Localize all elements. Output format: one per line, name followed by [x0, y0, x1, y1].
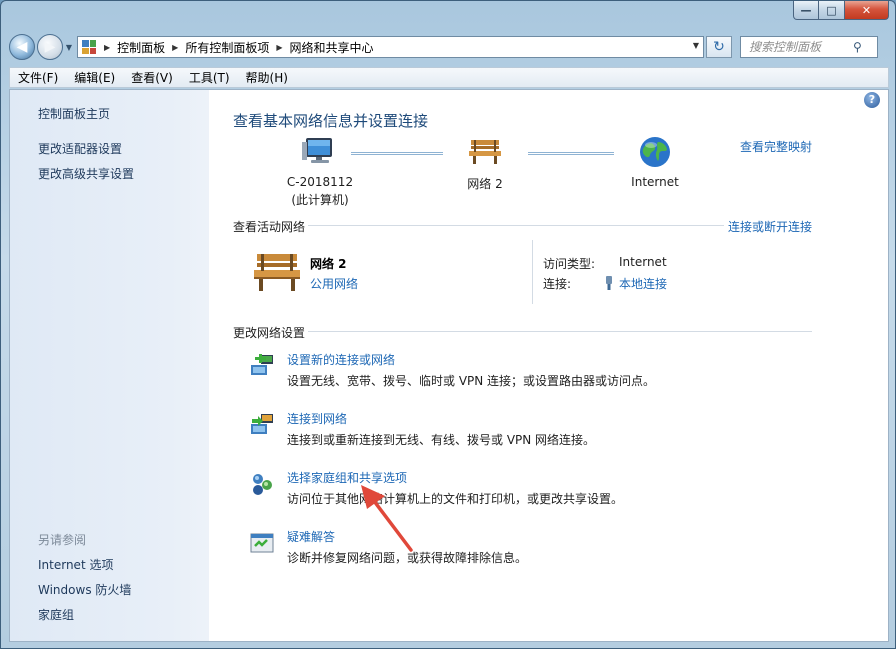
map-connection-line — [528, 152, 614, 155]
homegroup-icon — [253, 474, 272, 495]
local-connection-label: 本地连接 — [619, 277, 668, 291]
setup-connection-link[interactable]: 设置新的连接或网络 — [287, 351, 395, 368]
address-bar[interactable]: ▶ 控制面板 ▶ 所有控制面板项 ▶ 网络和共享中心 ▼ — [77, 36, 704, 58]
troubleshoot-link[interactable]: 疑难解答 — [287, 528, 335, 545]
title-bar[interactable]: — □ ✕ — [1, 1, 895, 31]
breadcrumb-item[interactable]: 所有控制面板项 — [185, 39, 269, 56]
window-frame: — □ ✕ ◀ ▶ ▼ ▶ 控制面板 ▶ 所有控制面板项 ▶ 网络和共享中心 ▼… — [0, 0, 896, 649]
task-setup-connection: 设置新的连接或网络 设置无线、宽带、拨号、临时或 VPN 连接；或设置路由器或访… — [249, 351, 849, 391]
sidebar-link-homegroup[interactable]: 家庭组 — [38, 606, 74, 623]
active-networks-label: 查看活动网络 — [233, 220, 306, 234]
menu-tools[interactable]: 工具(T) — [189, 69, 230, 86]
internet-node-label: Internet — [631, 175, 679, 189]
task-connect-network: 连接到网络 连接到或重新连接到无线、有线、拨号或 VPN 网络连接。 — [249, 410, 849, 450]
setup-connection-description: 设置无线、宽带、拨号、临时或 VPN 连接；或设置路由器或访问点。 — [287, 374, 656, 388]
section-divider — [308, 331, 812, 332]
sidebar: 控制面板主页 更改适配器设置 更改高级共享设置 另请参阅 Internet 选项… — [10, 90, 209, 641]
globe-icon — [640, 137, 670, 167]
section-divider — [308, 225, 724, 226]
breadcrumb-item[interactable]: 控制面板 — [117, 39, 165, 56]
control-panel-icon — [82, 40, 96, 54]
new-connection-icon — [251, 354, 273, 375]
access-type-label: 访问类型: — [543, 257, 596, 271]
refresh-icon: ↻ — [713, 39, 725, 55]
menu-edit[interactable]: 编辑(E) — [74, 69, 115, 86]
network-type-link[interactable]: 公用网络 — [310, 275, 358, 292]
troubleshoot-description: 诊断并修复网络问题，或获得故障排除信息。 — [287, 551, 528, 565]
sidebar-link-internet-options[interactable]: Internet 选项 — [38, 556, 113, 573]
see-also-label: 另请参阅 — [38, 533, 87, 547]
map-node-network[interactable]: 网络 2 — [454, 136, 516, 192]
sidebar-link-windows-firewall[interactable]: Windows 防火墙 — [38, 581, 131, 598]
back-button[interactable]: ◀ — [9, 34, 35, 60]
menu-help[interactable]: 帮助(H) — [246, 69, 288, 86]
menu-file[interactable]: 文件(F) — [18, 69, 58, 86]
refresh-button[interactable]: ↻ — [706, 36, 732, 58]
main-panel: ? 查看基本网络信息并设置连接 查看完整映射 C-2018112 (此计算机) — [209, 90, 888, 641]
breadcrumb-separator-icon[interactable]: ▶ — [104, 43, 110, 52]
access-type-value: Internet — [619, 255, 667, 269]
computer-icon — [302, 138, 332, 163]
connect-network-icon — [251, 414, 273, 434]
task-homegroup-sharing: 选择家庭组和共享选项 访问位于其他网络计算机上的文件和打印机，或更改共享设置。 — [249, 469, 849, 509]
view-full-map-link[interactable]: 查看完整映射 — [740, 138, 812, 155]
address-dropdown-icon[interactable]: ▼ — [693, 41, 699, 50]
search-icon[interactable]: ⚲ — [853, 40, 862, 54]
active-network-name: 网络 2 — [310, 257, 347, 271]
breadcrumb-separator-icon[interactable]: ▶ — [276, 43, 282, 52]
bench-icon — [469, 140, 501, 164]
homegroup-sharing-description: 访问位于其他网络计算机上的文件和打印机，或更改共享设置。 — [287, 492, 624, 506]
breadcrumb-item[interactable]: 网络和共享中心 — [290, 39, 374, 56]
computer-label: (此计算机) — [291, 193, 349, 207]
map-node-computer[interactable]: C-2018112 (此计算机) — [265, 136, 375, 208]
change-settings-label: 更改网络设置 — [233, 326, 306, 340]
forward-button[interactable]: ▶ — [37, 34, 63, 60]
recent-pages-dropdown[interactable]: ▼ — [63, 43, 75, 52]
connect-disconnect-link[interactable]: 连接或断开连接 — [728, 218, 812, 235]
window-controls: — □ ✕ — [793, 1, 889, 20]
maximize-button[interactable]: □ — [819, 1, 845, 20]
ethernet-icon — [606, 276, 612, 290]
troubleshoot-icon — [250, 533, 274, 553]
page-title: 查看基本网络信息并设置连接 — [233, 112, 429, 130]
content-area: 控制面板主页 更改适配器设置 更改高级共享设置 另请参阅 Internet 选项… — [9, 89, 889, 642]
homegroup-sharing-link[interactable]: 选择家庭组和共享选项 — [287, 469, 407, 486]
menu-view[interactable]: 查看(V) — [131, 69, 173, 86]
search-box[interactable]: ⚲ — [740, 36, 878, 58]
connect-network-description: 连接到或重新连接到无线、有线、拨号或 VPN 网络连接。 — [287, 433, 596, 447]
network-node-label: 网络 2 — [467, 177, 503, 191]
public-network-bench-icon — [254, 254, 300, 291]
menu-bar: 文件(F) 编辑(E) 查看(V) 工具(T) 帮助(H) — [9, 67, 889, 88]
map-node-internet[interactable]: Internet — [622, 136, 688, 189]
local-connection-link[interactable]: 本地连接 — [603, 275, 667, 292]
breadcrumb-separator-icon[interactable]: ▶ — [172, 43, 178, 52]
help-icon[interactable]: ? — [864, 92, 880, 108]
minimize-button[interactable]: — — [793, 1, 819, 20]
vertical-divider — [532, 240, 533, 304]
connections-label: 连接: — [543, 277, 572, 291]
connect-network-link[interactable]: 连接到网络 — [287, 410, 347, 427]
task-troubleshoot: 疑难解答 诊断并修复网络问题，或获得故障排除信息。 — [249, 528, 849, 568]
navigation-row: ◀ ▶ ▼ ▶ 控制面板 ▶ 所有控制面板项 ▶ 网络和共享中心 ▼ ↻ ⚲ — [9, 33, 889, 61]
sidebar-link-advanced-sharing[interactable]: 更改高级共享设置 — [38, 165, 134, 182]
sidebar-link-control-panel-home[interactable]: 控制面板主页 — [38, 105, 110, 122]
close-button[interactable]: ✕ — [845, 1, 889, 20]
search-input[interactable] — [749, 40, 853, 54]
computer-name: C-2018112 — [286, 175, 354, 189]
map-connection-line — [351, 152, 443, 155]
sidebar-link-change-adapter-settings[interactable]: 更改适配器设置 — [38, 140, 122, 157]
